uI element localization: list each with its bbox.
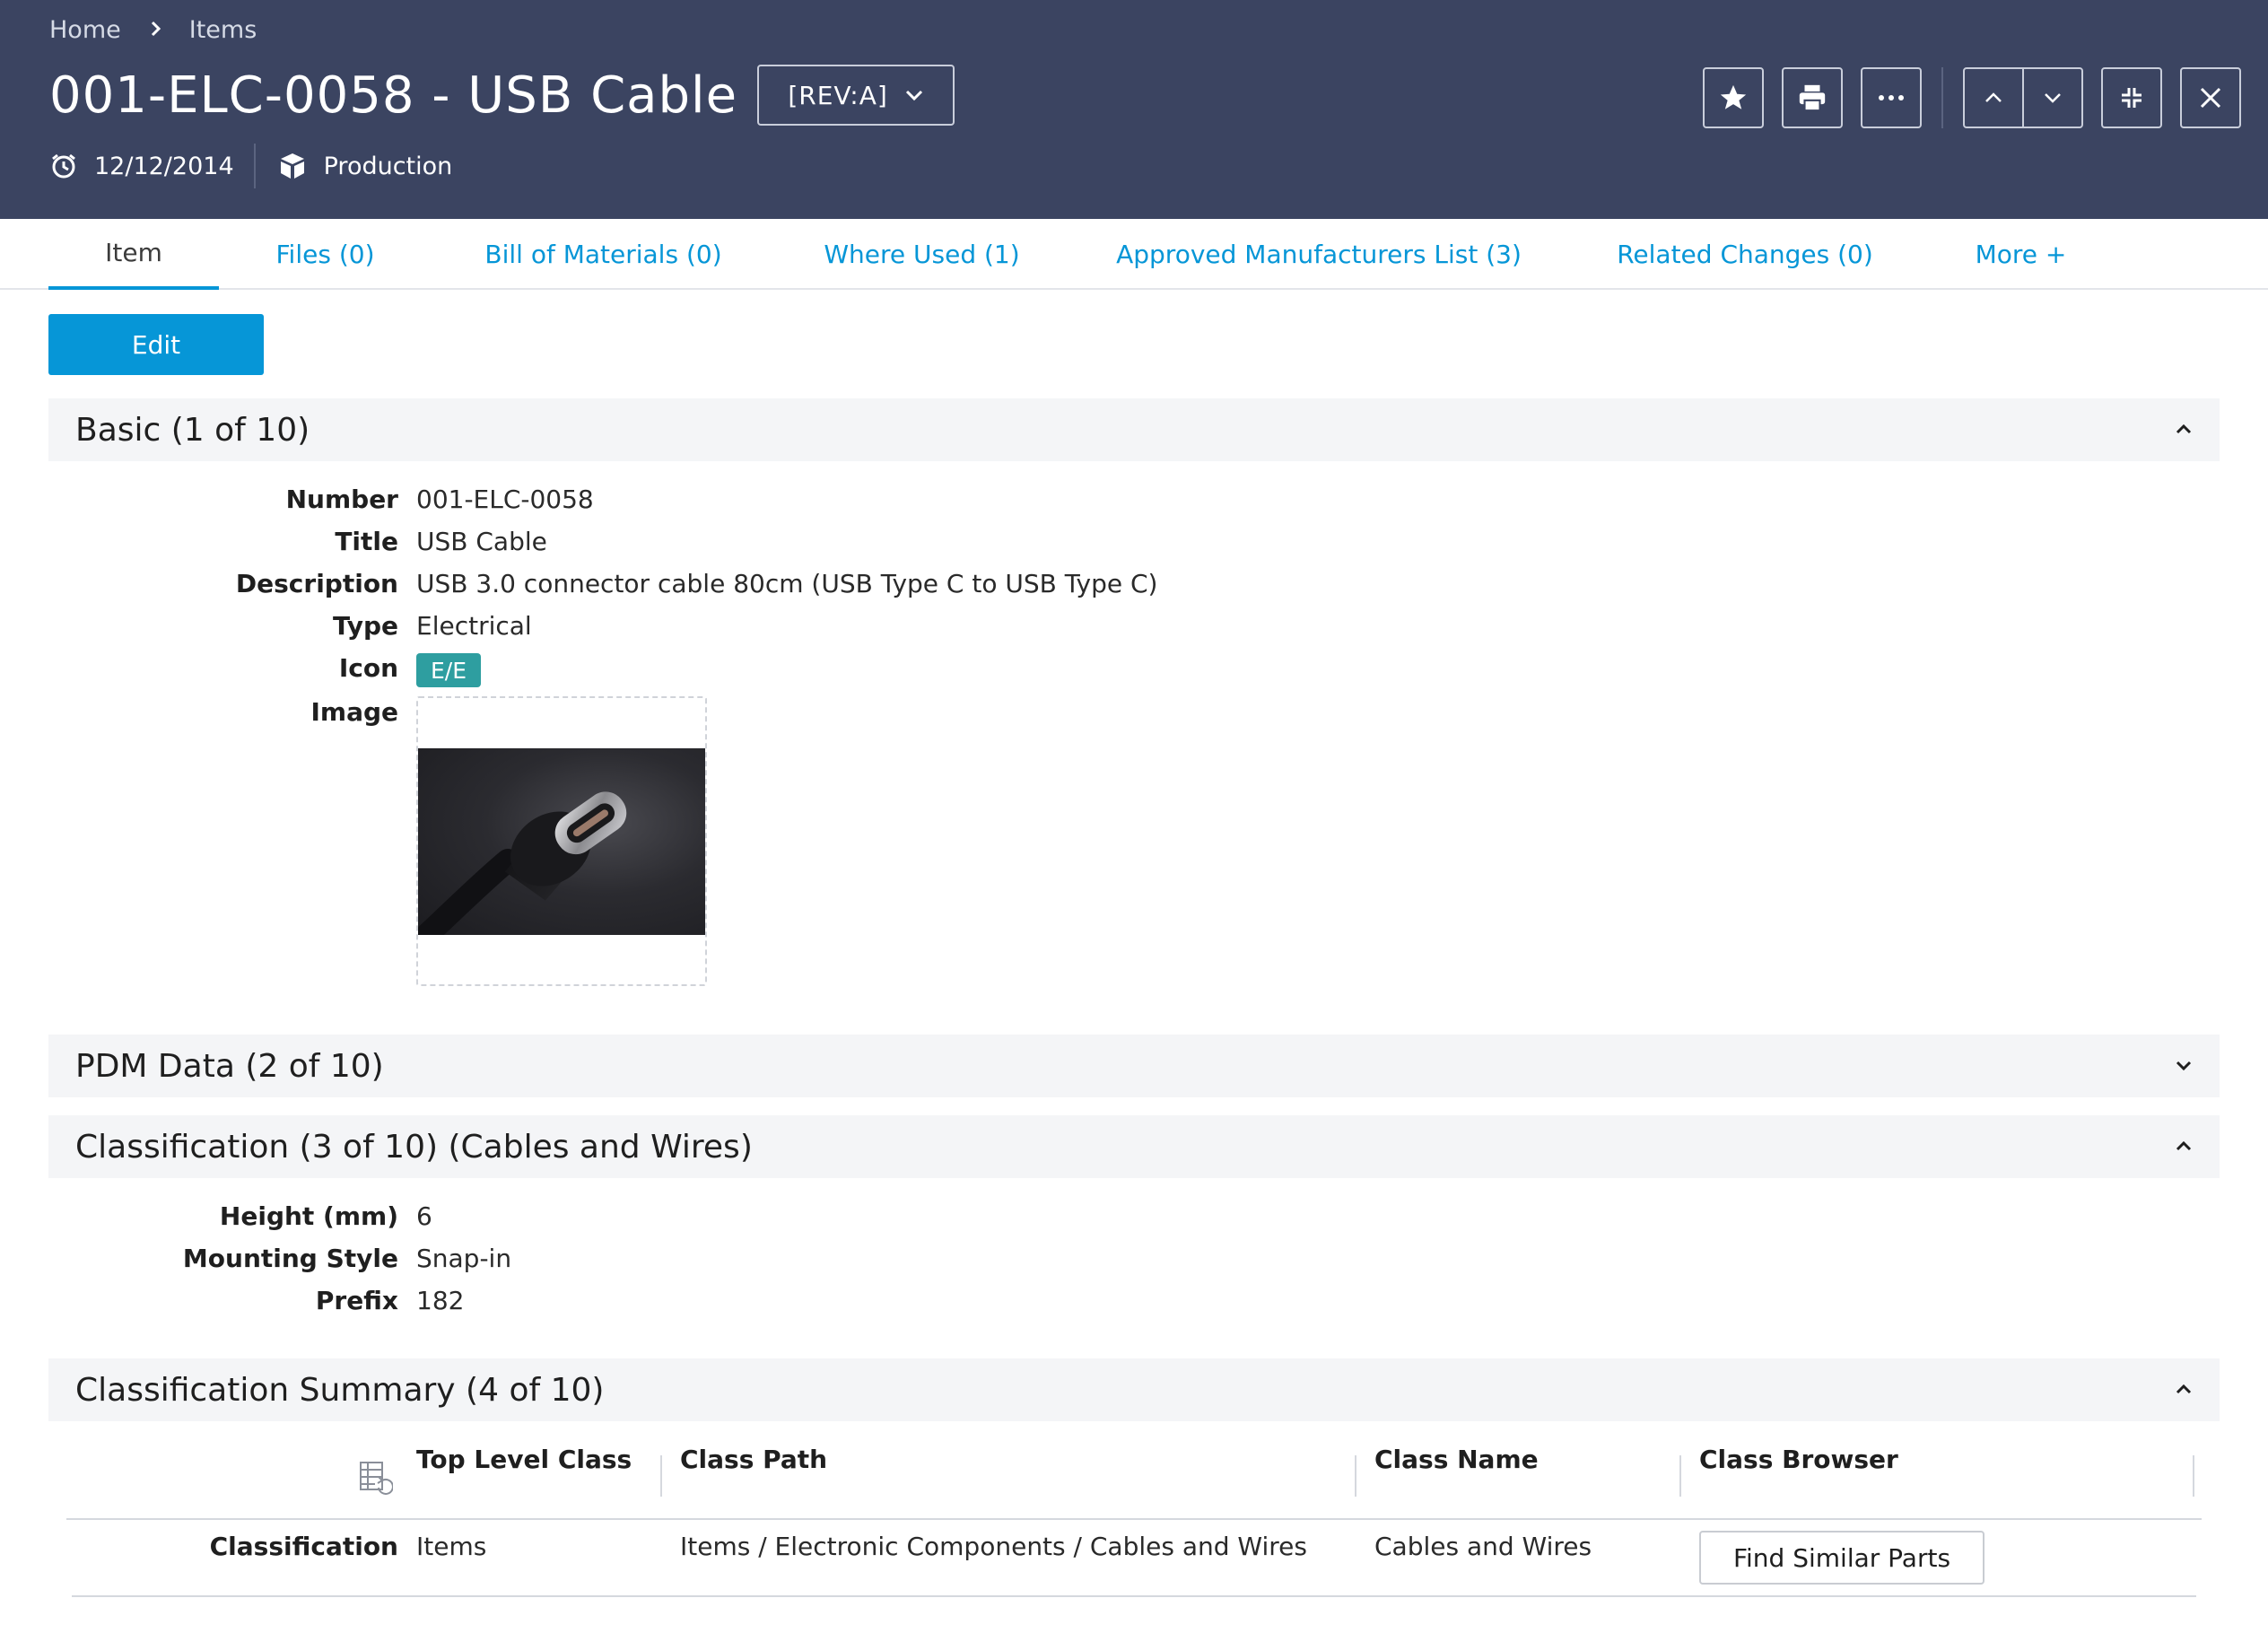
cube-icon	[280, 153, 304, 179]
section-basic-header[interactable]: Basic (1 of 10)	[48, 398, 2220, 461]
print-icon	[1799, 84, 1826, 112]
table-reset-icon[interactable]	[359, 1461, 393, 1495]
header-divider	[1941, 67, 1943, 128]
print-button[interactable]	[1782, 67, 1843, 128]
chevron-down-icon	[2045, 93, 2061, 103]
tab-bill-of-materials[interactable]: Bill of Materials (0)	[475, 219, 731, 290]
tab-files[interactable]: Files (0)	[260, 219, 390, 290]
more-actions-button[interactable]	[1861, 67, 1922, 128]
cell-class-path: Items / Electronic Components / Cables a…	[680, 1532, 1307, 1561]
item-icon-badge: E/E	[416, 653, 481, 687]
collapse-button[interactable]	[2101, 67, 2162, 128]
bookmark-button[interactable]	[1703, 67, 1764, 128]
lifecycle-state: Production	[323, 152, 453, 180]
tab-bar: Item Files (0) Bill of Materials (0) Whe…	[0, 219, 2268, 290]
table-header-divider	[66, 1518, 2202, 1520]
tab-item[interactable]: Item	[48, 219, 219, 290]
field-value-number: 001-ELC-0058	[416, 485, 594, 514]
section-classification-title: Classification (3 of 10) (Cables and Wir…	[75, 1128, 753, 1166]
chevron-up-icon	[2176, 424, 2192, 434]
tab-where-used[interactable]: Where Used (1)	[821, 219, 1023, 290]
column-separator	[1679, 1455, 1681, 1497]
field-label-description: Description	[235, 569, 398, 598]
revision-dropdown[interactable]: [REV:A]	[757, 65, 955, 126]
breadcrumb: Home Items	[49, 16, 257, 44]
section-summary-header[interactable]: Classification Summary (4 of 10)	[48, 1358, 2220, 1421]
cell-top-level-class: Items	[416, 1532, 487, 1561]
field-value-title: USB Cable	[416, 527, 547, 556]
column-separator	[660, 1455, 662, 1497]
section-basic-title: Basic (1 of 10)	[75, 411, 310, 449]
section-pdm-title: PDM Data (2 of 10)	[75, 1047, 384, 1085]
chevron-down-icon	[905, 90, 922, 101]
field-label-height: Height (mm)	[219, 1201, 398, 1231]
previous-record-button[interactable]	[1965, 69, 2022, 127]
close-button[interactable]	[2180, 67, 2241, 128]
field-value-type: Electrical	[416, 611, 532, 641]
column-header-class-path: Class Path	[680, 1445, 828, 1474]
find-similar-parts-button[interactable]: Find Similar Parts	[1699, 1531, 1984, 1585]
column-header-class-browser: Class Browser	[1699, 1445, 1898, 1474]
field-label-number: Number	[285, 485, 398, 514]
section-pdm-header[interactable]: PDM Data (2 of 10)	[48, 1035, 2220, 1097]
star-icon	[1720, 84, 1747, 109]
chevron-up-icon	[2176, 1384, 2192, 1394]
field-value-height: 6	[416, 1201, 432, 1231]
field-value-description: USB 3.0 connector cable 80cm (USB Type C…	[416, 569, 1158, 598]
edit-button[interactable]: Edit	[48, 314, 264, 375]
item-header: Home Items 001-ELC-0058 - USB Cable [REV…	[0, 0, 2268, 219]
meta-row: 12/12/2014 Production	[49, 144, 452, 188]
field-label-icon: Icon	[338, 653, 398, 683]
column-separator	[2193, 1455, 2194, 1497]
release-date: 12/12/2014	[94, 152, 234, 180]
header-actions	[1703, 67, 2241, 128]
section-summary-title: Classification Summary (4 of 10)	[75, 1371, 605, 1409]
field-value-mounting-style: Snap-in	[416, 1244, 512, 1273]
close-icon	[2200, 87, 2221, 109]
title-row: 001-ELC-0058 - USB Cable [REV:A]	[49, 65, 955, 126]
chevron-down-icon	[2176, 1061, 2192, 1071]
item-image	[418, 748, 705, 935]
cell-class-name: Cables and Wires	[1374, 1532, 1592, 1561]
page-title: 001-ELC-0058 - USB Cable	[49, 65, 738, 125]
field-label-mounting-style: Mounting Style	[182, 1244, 398, 1273]
collapse-icon	[2122, 88, 2142, 108]
tab-more[interactable]: More +	[1965, 219, 2077, 290]
table-row-divider	[72, 1595, 2196, 1597]
row-label-classification: Classification	[209, 1532, 398, 1561]
record-navigation	[1963, 67, 2083, 128]
meta-divider	[253, 144, 256, 188]
section-classification-header[interactable]: Classification (3 of 10) (Cables and Wir…	[48, 1115, 2220, 1178]
field-label-title: Title	[335, 527, 398, 556]
column-separator	[1355, 1455, 1356, 1497]
column-header-top-level-class: Top Level Class	[416, 1445, 632, 1474]
revision-label: [REV:A]	[788, 80, 888, 110]
field-label-prefix: Prefix	[315, 1286, 398, 1315]
column-header-class-name: Class Name	[1374, 1445, 1539, 1474]
more-icon	[1879, 95, 1904, 100]
image-frame[interactable]	[416, 696, 707, 986]
tab-approved-manufacturers[interactable]: Approved Manufacturers List (3)	[1112, 219, 1525, 290]
chevron-right-icon	[150, 16, 162, 44]
field-label-image: Image	[310, 697, 398, 727]
field-value-prefix: 182	[416, 1286, 465, 1315]
tab-related-changes[interactable]: Related Changes (0)	[1615, 219, 1875, 290]
chevron-up-icon	[1985, 92, 2002, 102]
breadcrumb-home[interactable]: Home	[49, 16, 121, 44]
chevron-up-icon	[2176, 1140, 2192, 1151]
field-label-type: Type	[332, 611, 398, 641]
next-record-button[interactable]	[2022, 69, 2081, 127]
clock-icon	[52, 153, 75, 179]
breadcrumb-items[interactable]: Items	[189, 16, 257, 44]
